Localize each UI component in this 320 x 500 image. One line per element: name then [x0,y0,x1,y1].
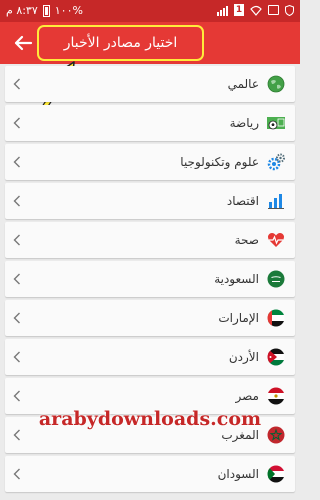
chevron-left-icon [13,312,20,324]
chevron-left-icon [13,351,20,363]
sudan-flag-icon [267,465,285,483]
chevron-left-icon [13,156,20,168]
sports-ball-icon [267,117,285,130]
list-item[interactable]: صحة [5,222,295,258]
chevron-left-icon [13,234,20,246]
uae-flag-icon [267,309,285,327]
battery-percent: %١٠٠ [54,4,83,17]
chevron-left-icon [13,390,20,402]
list-item[interactable]: السعودية [5,261,295,297]
chevron-left-icon [13,117,20,129]
list-item[interactable]: عالمي [5,66,295,102]
chevron-left-icon [13,195,20,207]
heart-pulse-icon [267,233,285,247]
chevron-left-icon [13,468,20,480]
battery-icon [42,4,50,17]
status-right: 1 [217,4,294,16]
gallery-icon [268,5,279,15]
saudi-flag-icon [267,270,285,288]
watermark: arabydownloads.com [38,408,262,430]
list-item-label: الأردن [228,350,259,364]
list-item-label: السعودية [214,272,259,286]
list-item[interactable]: علوم وتكنولوجيا [5,144,295,180]
list-item-label: رياضة [229,116,259,130]
bar-chart-icon [268,194,284,209]
egypt-flag-icon [267,387,285,405]
list-item[interactable]: الأردن [5,339,295,375]
news-source-list: عالمي رياضة علوم وتكنولوجيا اقتصاد صحة ا… [0,66,300,495]
list-item-label: علوم وتكنولوجيا [180,155,259,169]
gears-icon [267,153,285,171]
wifi-icon [250,5,262,16]
chevron-left-icon [13,429,20,441]
list-item[interactable]: السودان [5,456,295,492]
status-bar: ٨:٣٧ م %١٠٠ 1 [0,0,300,22]
list-item-label: عالمي [227,77,259,91]
list-item-label: صحة [234,233,259,247]
sim-indicator: 1 [234,4,244,16]
back-arrow-icon[interactable] [12,32,34,54]
jordan-flag-icon [267,348,285,366]
shield-icon [285,4,294,16]
signal-icon [217,5,228,16]
list-item-label: الإمارات [218,311,259,325]
list-item[interactable]: رياضة [5,105,295,141]
chevron-left-icon [13,78,20,90]
clock: ٨:٣٧ م [6,4,38,17]
page-title: اختيار مصادر الأخبار [63,35,178,51]
status-left: ٨:٣٧ م %١٠٠ [6,4,83,17]
list-item-label: اقتصاد [226,194,259,208]
globe-icon [267,75,285,93]
list-item-label: السودان [217,467,259,481]
list-item[interactable]: اقتصاد [5,183,295,219]
chevron-left-icon [13,273,20,285]
list-item[interactable]: الإمارات [5,300,295,336]
